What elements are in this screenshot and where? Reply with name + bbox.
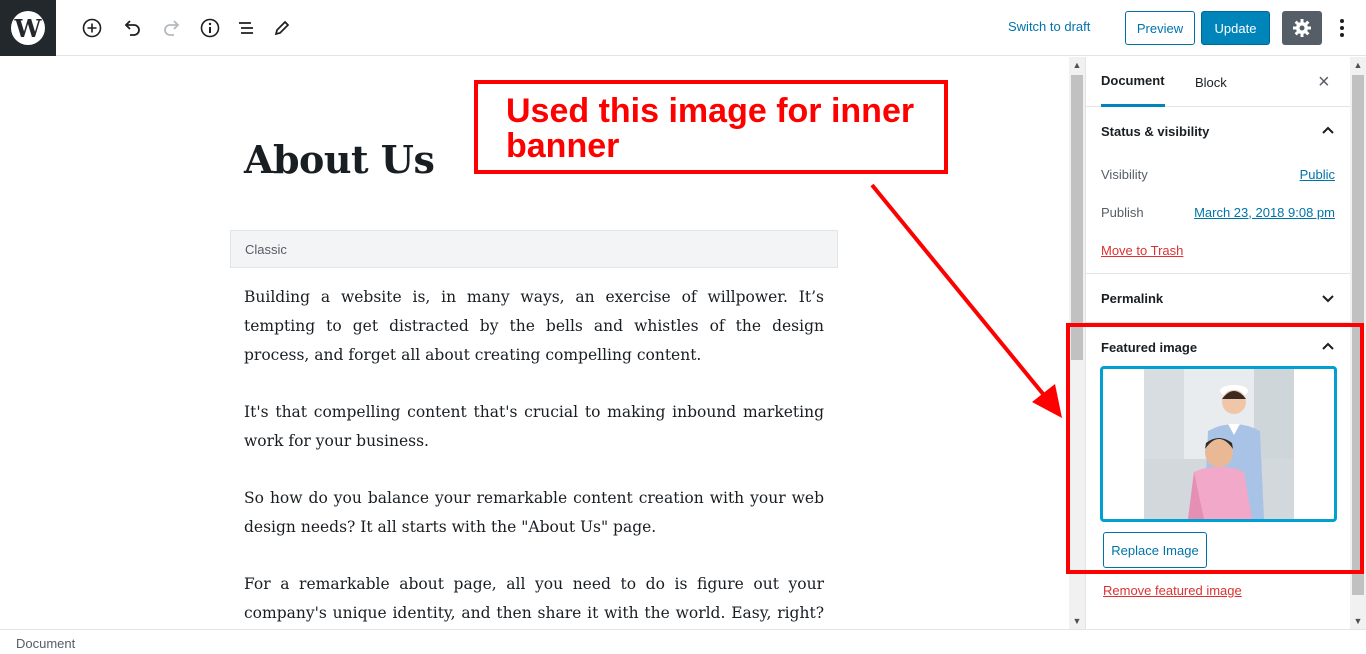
tab-document[interactable]: Document <box>1101 57 1165 107</box>
paragraph[interactable]: Building a website is, in many ways, an … <box>244 283 824 370</box>
classic-block-content[interactable]: Building a website is, in many ways, an … <box>244 283 824 629</box>
more-options-icon[interactable] <box>1332 16 1352 40</box>
remove-featured-image-link[interactable]: Remove featured image <box>1103 583 1242 598</box>
add-block-icon[interactable] <box>80 16 104 40</box>
scroll-down-icon[interactable]: ▼ <box>1350 613 1366 629</box>
status-visibility-panel-toggle[interactable]: Status & visibility <box>1086 107 1350 155</box>
outline-list-icon[interactable] <box>234 16 258 40</box>
scroll-up-icon[interactable]: ▲ <box>1350 57 1366 73</box>
gear-icon <box>1293 19 1311 37</box>
classic-block-toolbar[interactable]: Classic <box>230 230 838 268</box>
top-toolbar: W Switch to draft Preview Update <box>0 0 1366 56</box>
edit-pencil-icon[interactable] <box>270 16 294 40</box>
scroll-down-icon[interactable]: ▼ <box>1069 613 1085 629</box>
annotation-callout: Used this image for inner banner <box>474 80 948 174</box>
tab-block[interactable]: Block <box>1195 57 1227 107</box>
wordpress-logo-icon[interactable]: W <box>0 0 56 56</box>
chevron-down-icon <box>1322 295 1334 303</box>
settings-gear-button[interactable] <box>1282 11 1322 45</box>
visibility-label: Visibility <box>1101 166 1148 182</box>
scrollbar-thumb[interactable] <box>1071 75 1083 360</box>
move-to-trash-link[interactable]: Move to Trash <box>1086 231 1350 269</box>
permalink-panel-toggle[interactable]: Permalink <box>1086 274 1350 322</box>
switch-to-draft-link[interactable]: Switch to draft <box>1008 19 1090 34</box>
publish-label: Publish <box>1101 204 1144 220</box>
scroll-up-icon[interactable]: ▲ <box>1069 57 1085 73</box>
paragraph[interactable]: So how do you balance your remarkable co… <box>244 484 824 542</box>
redo-icon[interactable] <box>160 16 184 40</box>
annotation-text-line: Used this image for inner <box>506 92 915 130</box>
visibility-link[interactable]: Public <box>1300 167 1335 182</box>
publish-date-link[interactable]: March 23, 2018 9:08 pm <box>1194 205 1335 220</box>
annotation-text-line: banner <box>506 127 620 165</box>
panel-title: Status & visibility <box>1101 124 1210 139</box>
visibility-row: Visibility Public <box>1086 155 1350 193</box>
undo-icon[interactable] <box>120 16 144 40</box>
post-title[interactable]: About Us <box>244 137 435 182</box>
paragraph[interactable]: It's that compelling content that's cruc… <box>244 398 824 456</box>
preview-button[interactable]: Preview <box>1125 11 1195 45</box>
sidebar-tabs: Document Block × <box>1086 57 1350 107</box>
panel-title: Permalink <box>1101 291 1164 306</box>
block-breadcrumb-footer: Document <box>0 629 1366 654</box>
paragraph[interactable]: For a remarkable about page, all you nee… <box>244 570 824 629</box>
publish-row: Publish March 23, 2018 9:08 pm <box>1086 193 1350 231</box>
close-icon[interactable]: × <box>1318 71 1330 94</box>
chevron-up-icon <box>1322 126 1334 134</box>
update-button[interactable]: Update <box>1201 11 1270 45</box>
info-icon[interactable] <box>198 16 222 40</box>
annotation-highlight-frame <box>1066 323 1364 574</box>
breadcrumb[interactable]: Document <box>16 636 75 651</box>
